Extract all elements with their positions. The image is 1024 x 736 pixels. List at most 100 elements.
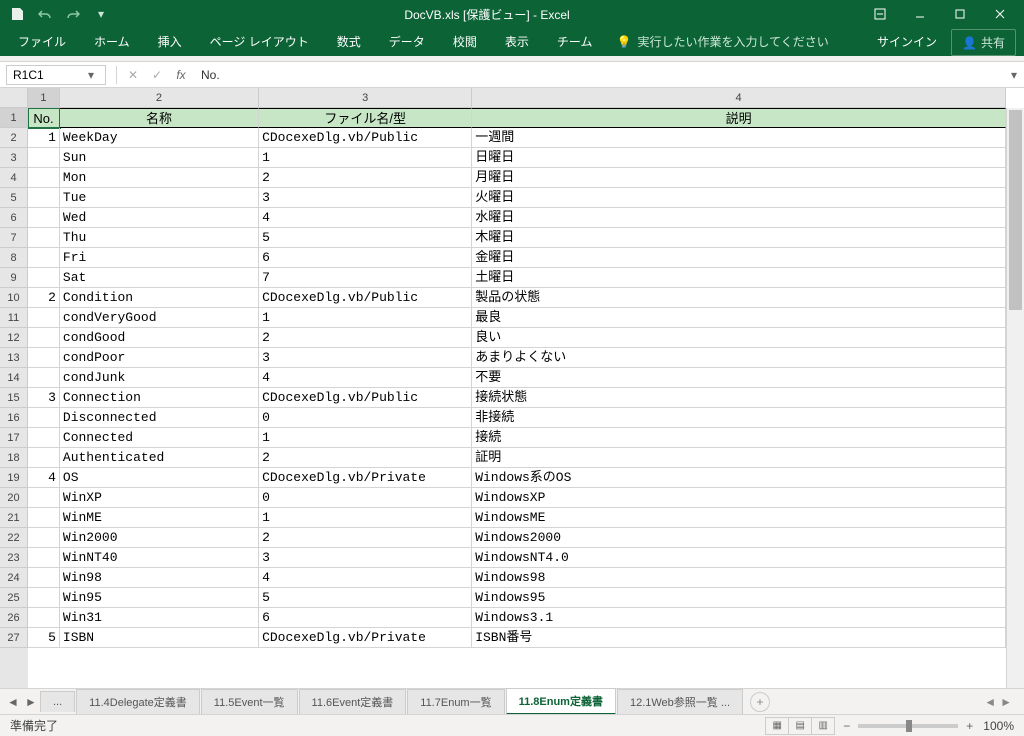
cell[interactable]: 2 bbox=[28, 288, 60, 308]
cell-header-file[interactable]: ファイル名/型 bbox=[259, 108, 472, 128]
row-header[interactable]: 7 bbox=[0, 228, 28, 248]
cell[interactable] bbox=[28, 328, 60, 348]
sheet-tab-web-ref[interactable]: 12.1Web参照一覧 ... bbox=[617, 689, 743, 714]
cell[interactable]: 最良 bbox=[472, 308, 1006, 328]
cell[interactable]: 1 bbox=[259, 308, 472, 328]
formula-input[interactable]: No. bbox=[193, 68, 1004, 82]
expand-formula-bar-icon[interactable]: ▾ bbox=[1004, 68, 1024, 82]
cell[interactable]: 2 bbox=[259, 168, 472, 188]
cell[interactable]: WindowsNT4.0 bbox=[472, 548, 1006, 568]
cell[interactable] bbox=[28, 488, 60, 508]
cell[interactable]: 不要 bbox=[472, 368, 1006, 388]
row-header[interactable]: 24 bbox=[0, 568, 28, 588]
cell[interactable]: condJunk bbox=[60, 368, 259, 388]
row-header[interactable]: 17 bbox=[0, 428, 28, 448]
row-header[interactable]: 4 bbox=[0, 168, 28, 188]
cell[interactable]: 6 bbox=[259, 248, 472, 268]
cell[interactable] bbox=[28, 188, 60, 208]
view-page-layout-button[interactable]: ▤ bbox=[788, 717, 812, 735]
cell[interactable] bbox=[28, 408, 60, 428]
row-header[interactable]: 5 bbox=[0, 188, 28, 208]
cell[interactable]: WinME bbox=[60, 508, 259, 528]
cell[interactable]: 3 bbox=[28, 388, 60, 408]
tab-file[interactable]: ファイル bbox=[4, 27, 80, 56]
tab-home[interactable]: ホーム bbox=[80, 27, 144, 56]
cell[interactable]: あまりよくない bbox=[472, 348, 1006, 368]
row-header[interactable]: 15 bbox=[0, 388, 28, 408]
cell[interactable]: Windows3.1 bbox=[472, 608, 1006, 628]
row-header[interactable]: 23 bbox=[0, 548, 28, 568]
row-header[interactable]: 12 bbox=[0, 328, 28, 348]
cell[interactable]: 製品の状態 bbox=[472, 288, 1006, 308]
row-header[interactable]: 20 bbox=[0, 488, 28, 508]
close-button[interactable] bbox=[980, 0, 1020, 28]
cell[interactable]: 一週間 bbox=[472, 128, 1006, 148]
cell[interactable]: 金曜日 bbox=[472, 248, 1006, 268]
cell[interactable]: 2 bbox=[259, 448, 472, 468]
cell[interactable]: Fri bbox=[60, 248, 259, 268]
cell[interactable]: Condition bbox=[60, 288, 259, 308]
maximize-button[interactable] bbox=[940, 0, 980, 28]
cell[interactable]: Authenticated bbox=[60, 448, 259, 468]
sheet-tab-event-def[interactable]: 11.6Event定義書 bbox=[299, 689, 407, 714]
cell[interactable]: WindowsXP bbox=[472, 488, 1006, 508]
cancel-formula-button[interactable]: ✕ bbox=[121, 65, 145, 85]
signin-link[interactable]: サインイン bbox=[863, 27, 951, 56]
cell[interactable]: 4 bbox=[28, 468, 60, 488]
zoom-in-button[interactable]: + bbox=[966, 719, 973, 733]
row-header[interactable]: 3 bbox=[0, 148, 28, 168]
cell[interactable]: 1 bbox=[259, 428, 472, 448]
undo-button[interactable] bbox=[32, 2, 58, 26]
cell[interactable]: 3 bbox=[259, 348, 472, 368]
row-header[interactable]: 21 bbox=[0, 508, 28, 528]
cell[interactable]: Win95 bbox=[60, 588, 259, 608]
tab-formulas[interactable]: 数式 bbox=[323, 27, 375, 56]
tab-page-layout[interactable]: ページ レイアウト bbox=[196, 27, 323, 56]
cell[interactable]: Win2000 bbox=[60, 528, 259, 548]
cell[interactable]: 2 bbox=[259, 328, 472, 348]
zoom-out-button[interactable]: − bbox=[843, 719, 850, 733]
cell[interactable]: 5 bbox=[28, 628, 60, 648]
cell[interactable] bbox=[28, 548, 60, 568]
view-page-break-button[interactable]: ▥ bbox=[811, 717, 835, 735]
name-box[interactable]: R1C1 ▾ bbox=[6, 65, 106, 85]
sheet-tab-more[interactable]: ... bbox=[40, 691, 75, 712]
row-header[interactable]: 6 bbox=[0, 208, 28, 228]
cell[interactable]: Win31 bbox=[60, 608, 259, 628]
cell[interactable]: 非接続 bbox=[472, 408, 1006, 428]
cell[interactable] bbox=[28, 428, 60, 448]
hscroll-right-icon[interactable]: ► bbox=[1000, 695, 1012, 709]
cell[interactable]: 4 bbox=[259, 208, 472, 228]
row-header[interactable]: 16 bbox=[0, 408, 28, 428]
tab-data[interactable]: データ bbox=[375, 27, 439, 56]
cell[interactable]: Win98 bbox=[60, 568, 259, 588]
zoom-slider[interactable] bbox=[858, 724, 958, 728]
row-header[interactable]: 27 bbox=[0, 628, 28, 648]
cell[interactable]: 1 bbox=[259, 508, 472, 528]
row-header[interactable]: 26 bbox=[0, 608, 28, 628]
cell[interactable]: 4 bbox=[259, 368, 472, 388]
col-header-4[interactable]: 4 bbox=[472, 88, 1006, 108]
cell[interactable]: 3 bbox=[259, 548, 472, 568]
cell[interactable]: 0 bbox=[259, 408, 472, 428]
cell[interactable]: 接続状態 bbox=[472, 388, 1006, 408]
select-all-corner[interactable] bbox=[0, 88, 28, 108]
cell[interactable]: 5 bbox=[259, 588, 472, 608]
cell[interactable]: Sat bbox=[60, 268, 259, 288]
zoom-slider-thumb[interactable] bbox=[906, 720, 912, 732]
row-header[interactable]: 14 bbox=[0, 368, 28, 388]
cell[interactable]: 3 bbox=[259, 188, 472, 208]
row-header[interactable]: 13 bbox=[0, 348, 28, 368]
cell[interactable]: 木曜日 bbox=[472, 228, 1006, 248]
save-button[interactable] bbox=[4, 2, 30, 26]
row-header[interactable]: 11 bbox=[0, 308, 28, 328]
cell[interactable]: 証明 bbox=[472, 448, 1006, 468]
cell[interactable] bbox=[28, 308, 60, 328]
cell[interactable]: Connected bbox=[60, 428, 259, 448]
cell[interactable]: 土曜日 bbox=[472, 268, 1006, 288]
cell[interactable] bbox=[28, 448, 60, 468]
cell[interactable]: CDocexeDlg.vb/Public bbox=[259, 288, 472, 308]
cell[interactable] bbox=[28, 368, 60, 388]
cell[interactable] bbox=[28, 208, 60, 228]
row-header[interactable]: 8 bbox=[0, 248, 28, 268]
